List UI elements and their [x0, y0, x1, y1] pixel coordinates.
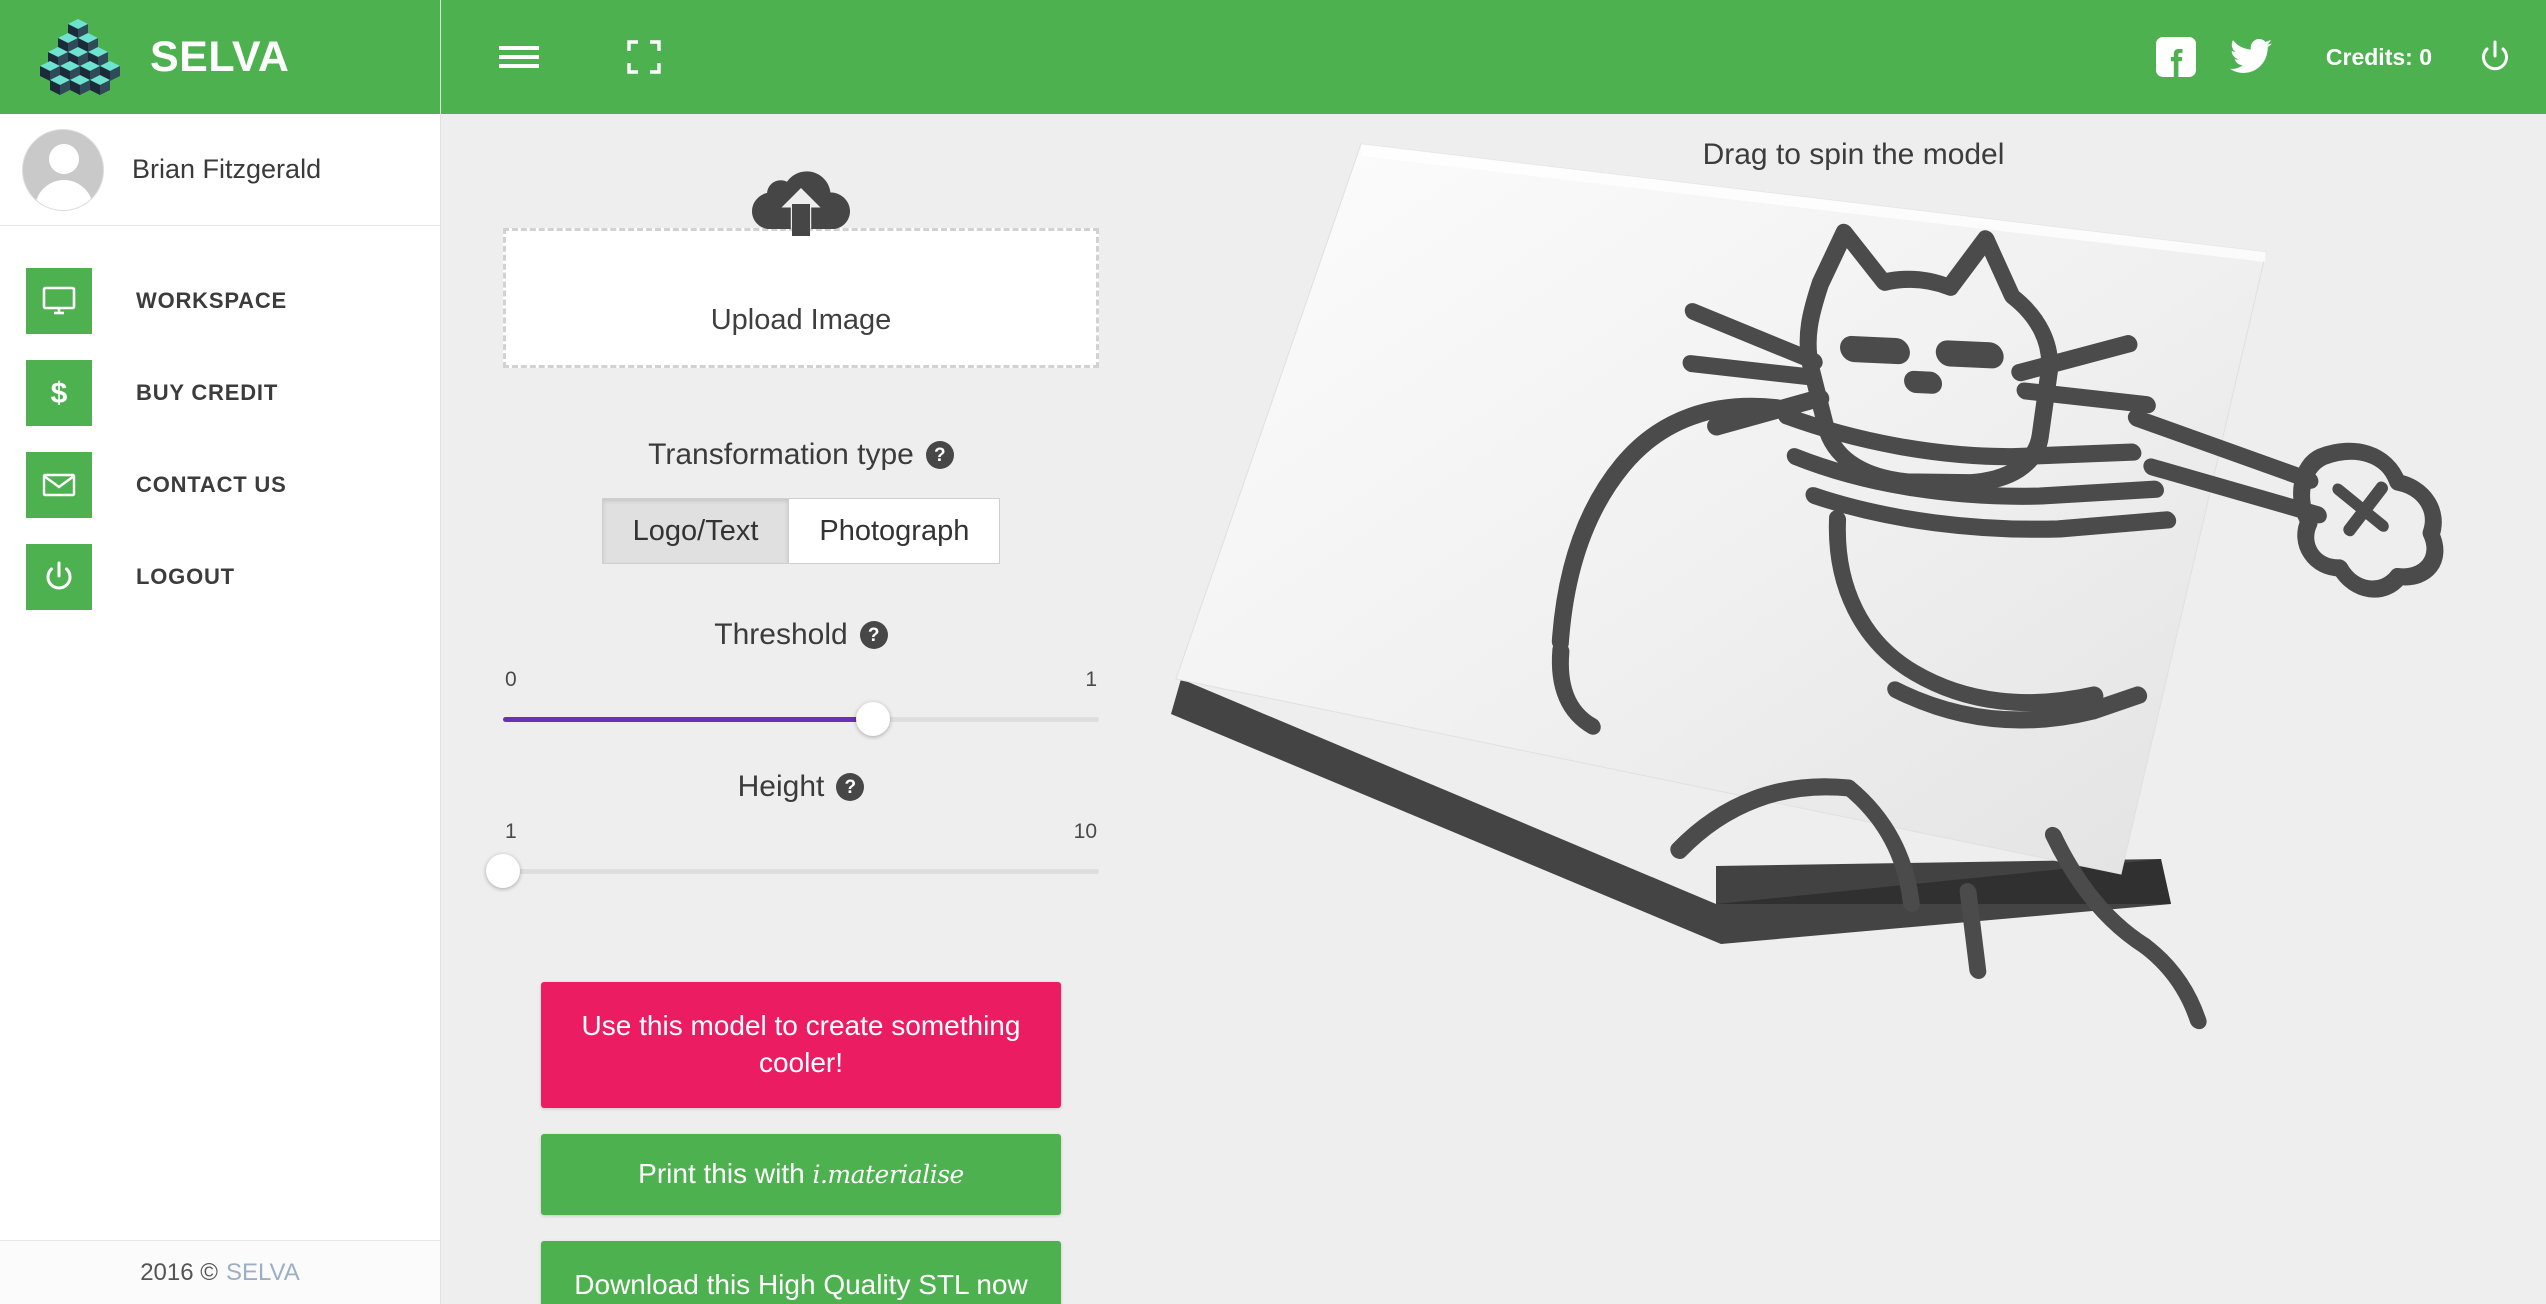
svg-text:$: $ — [51, 377, 68, 410]
power-icon — [26, 544, 92, 610]
print-with-imaterialise-button[interactable]: Print this with i.materialise — [541, 1133, 1061, 1215]
height-range-labels: 1 10 — [503, 820, 1099, 844]
height-title: Height ? — [503, 770, 1099, 804]
print-button-prefix: Print this with — [638, 1157, 805, 1189]
height-slider[interactable] — [486, 854, 1099, 888]
user-profile[interactable]: Brian Fitzgerald — [0, 114, 440, 226]
footer-brand-link[interactable]: SELVA — [226, 1259, 300, 1287]
download-stl-button[interactable]: Download this High Quality STL now for $… — [541, 1240, 1061, 1304]
threshold-title: Threshold ? — [503, 618, 1099, 652]
threshold-slider-handle[interactable] — [855, 702, 890, 736]
transformation-option-logo-text[interactable]: Logo/Text — [601, 498, 790, 564]
height-min-label: 1 — [505, 820, 517, 843]
sidebar-item-label: LOGOUT — [136, 564, 235, 589]
sidebar-footer: 2016 © SELVA — [0, 1240, 440, 1304]
cat-violin-relief-model — [1171, 143, 2444, 1030]
question-mark-icon[interactable]: ? — [859, 621, 888, 649]
sidebar-item-workspace[interactable]: WORKSPACE — [0, 268, 440, 334]
hamburger-menu-icon[interactable] — [499, 43, 539, 71]
transformation-option-photograph[interactable]: Photograph — [789, 498, 1001, 564]
sidebar-nav: WORKSPACE $ BUY CREDIT CONTACT US LOGOUT — [0, 226, 440, 610]
height-track — [503, 869, 1099, 874]
controls-panel: Upload Image Transformation type ? Logo/… — [441, 114, 1161, 1304]
profile-name: Brian Fitzgerald — [132, 154, 322, 184]
action-buttons: Use this model to create something coole… — [541, 982, 1061, 1304]
height-block: Height ? 1 10 — [486, 770, 1099, 888]
transformation-type-segmented: Logo/Text Photograph — [601, 498, 1001, 564]
threshold-slider[interactable] — [503, 702, 1099, 736]
topbar-left-group — [499, 40, 661, 74]
model-viewer[interactable]: Drag to spin the model — [1161, 114, 2546, 1304]
upload-dropzone[interactable]: Upload Image — [503, 171, 1099, 368]
threshold-block: Threshold ? 0 1 — [503, 618, 1099, 736]
height-slider-handle[interactable] — [486, 854, 520, 888]
content-area: Upload Image Transformation type ? Logo/… — [441, 114, 2546, 1304]
sidebar-item-contact-us[interactable]: CONTACT US — [0, 452, 440, 518]
question-mark-icon[interactable]: ? — [925, 441, 954, 469]
transformation-type-title: Transformation type ? — [602, 438, 1001, 472]
main-area: Credits: 0 Upload Image Transformation t… — [441, 0, 2546, 1304]
threshold-track-fill — [503, 717, 873, 722]
question-mark-icon[interactable]: ? — [836, 773, 865, 801]
sidebar-item-logout[interactable]: LOGOUT — [0, 544, 440, 610]
upload-box[interactable]: Upload Image — [503, 228, 1099, 368]
brand-header[interactable]: SELVA — [0, 0, 440, 114]
threshold-range-labels: 0 1 — [503, 668, 1099, 692]
power-icon[interactable] — [2478, 40, 2512, 74]
imaterialise-brand-text: i.materialise — [812, 1159, 964, 1189]
sidebar: SELVA Brian Fitzgerald WORKSPACE $ BUY C… — [0, 0, 441, 1304]
fullscreen-icon[interactable] — [627, 40, 661, 74]
twitter-icon[interactable] — [2229, 39, 2272, 75]
voxel-triangle-logo-icon — [38, 17, 122, 97]
model-stage[interactable] — [1161, 114, 2546, 1304]
monitor-icon — [26, 268, 92, 334]
facebook-icon[interactable] — [2155, 37, 2196, 77]
credits-label: Credits: 0 — [2325, 43, 2432, 70]
app-root: SELVA Brian Fitzgerald WORKSPACE $ BUY C… — [0, 0, 2546, 1304]
topbar-right-group: Credits: 0 — [2155, 37, 2512, 77]
user-avatar-icon — [22, 128, 104, 211]
height-label: Height — [737, 770, 825, 803]
sidebar-item-buy-credit[interactable]: $ BUY CREDIT — [0, 360, 440, 426]
copyright-text: 2016 © — [140, 1258, 218, 1286]
transformation-type-block: Transformation type ? Logo/Text Photogra… — [601, 438, 1001, 564]
threshold-min-label: 0 — [505, 668, 517, 691]
brand-title: SELVA — [150, 32, 290, 81]
topbar: Credits: 0 — [441, 0, 2546, 114]
upload-label: Upload Image — [710, 304, 892, 336]
sidebar-item-label: CONTACT US — [136, 472, 287, 497]
threshold-max-label: 1 — [1085, 668, 1097, 691]
height-max-label: 10 — [1073, 820, 1097, 843]
cloud-upload-icon — [752, 162, 850, 245]
transformation-type-label: Transformation type — [648, 438, 914, 471]
envelope-icon — [26, 452, 92, 518]
sidebar-item-label: BUY CREDIT — [136, 380, 279, 405]
threshold-label: Threshold — [714, 618, 848, 651]
use-model-button[interactable]: Use this model to create something coole… — [541, 982, 1061, 1108]
dollar-icon: $ — [26, 360, 92, 426]
sidebar-item-label: WORKSPACE — [136, 288, 288, 313]
